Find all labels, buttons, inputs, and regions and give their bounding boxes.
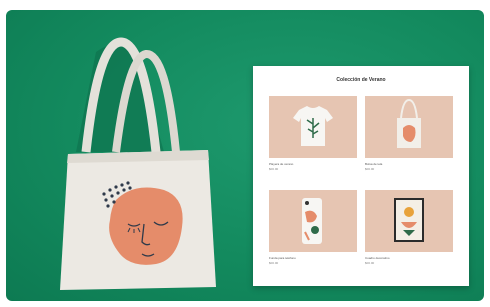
- tote-bag-icon: [397, 98, 421, 148]
- product-price: $00.00: [269, 167, 279, 171]
- product-tile-tshirt[interactable]: [269, 96, 357, 158]
- product-price: $00.00: [269, 261, 279, 265]
- product-tile-tote-bag[interactable]: [365, 96, 453, 158]
- product-price: $00.00: [365, 167, 375, 171]
- catalog-title: Colección de Verano: [336, 77, 386, 83]
- tshirt-icon: [293, 106, 333, 146]
- product-tile-framed-print[interactable]: [365, 190, 453, 252]
- product-name: Cuadro decorativo: [365, 256, 390, 260]
- phone-case-icon: [302, 198, 322, 244]
- catalog-card: Colección de Verano Playera de verano $0…: [253, 66, 469, 286]
- framed-print-icon: [394, 198, 424, 242]
- product-name: Funda para teléfono: [269, 256, 296, 260]
- tote-bag-illustration: [60, 37, 216, 290]
- product-price: $00.00: [365, 261, 375, 265]
- green-wall-background: Colección de Verano Playera de verano $0…: [6, 10, 484, 301]
- mockup-frame: Colección de Verano Playera de verano $0…: [0, 0, 490, 307]
- product-name: Playera de verano: [269, 162, 294, 166]
- product-tile-phone-case[interactable]: [269, 190, 357, 252]
- product-name: Bolsa de tela: [365, 162, 383, 166]
